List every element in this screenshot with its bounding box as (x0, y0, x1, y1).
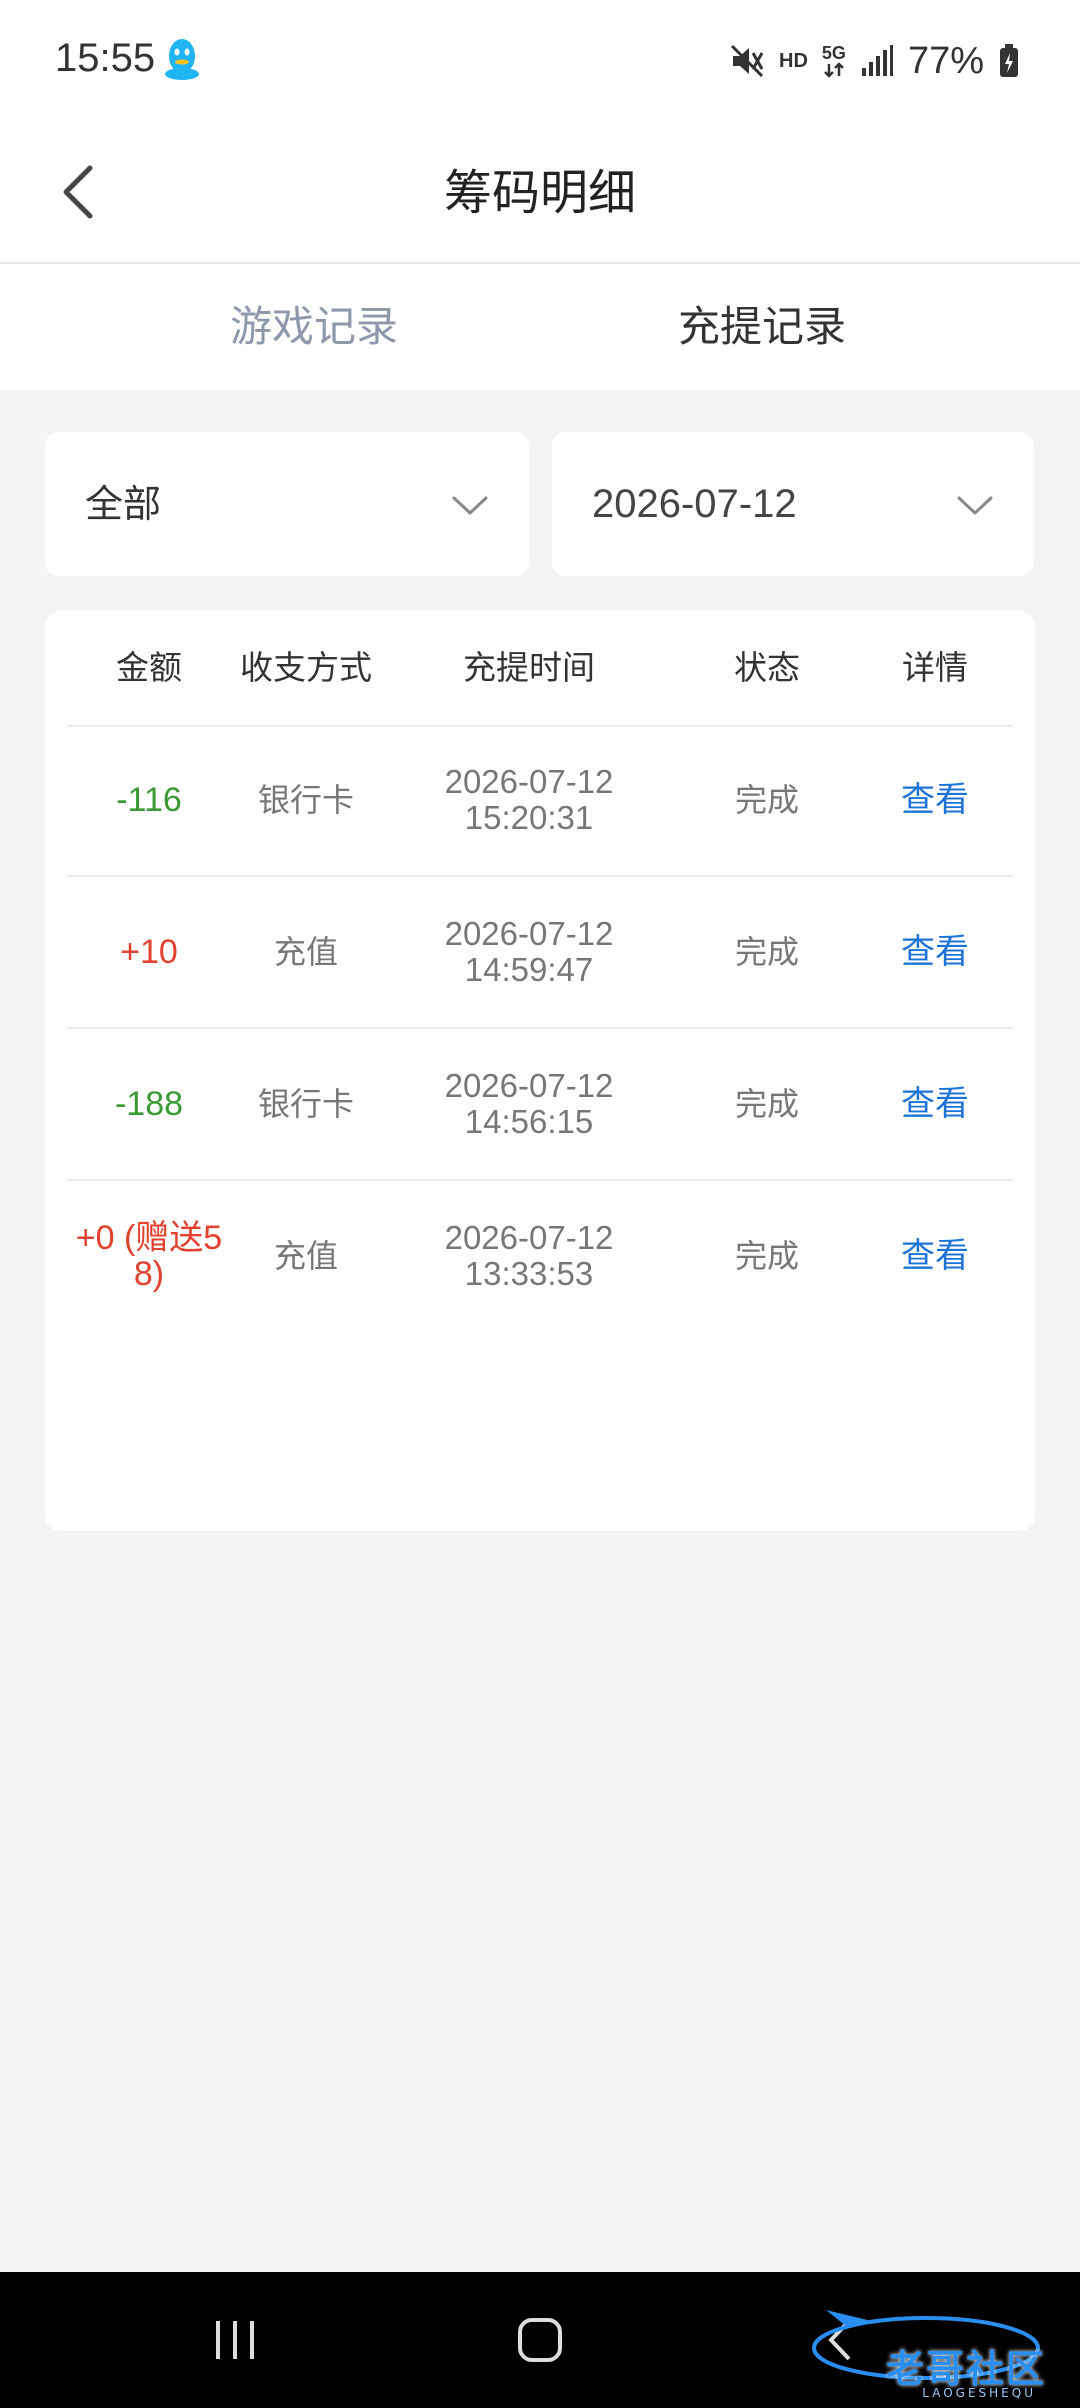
method-cell: 充值 (273, 933, 338, 971)
battery-percent: 77% (907, 39, 984, 82)
table-row: +10 充值 2026-07-12 14:59:47 完成 查看 (67, 877, 1013, 1029)
home-button[interactable] (494, 2272, 586, 2408)
status-cell: 完成 (734, 1237, 799, 1275)
table-header: 金额 收支方式 充提时间 状态 详情 (67, 611, 1013, 727)
method-cell: 银行卡 (257, 781, 354, 819)
back-arrow-icon (63, 165, 93, 219)
column-header-time: 充提时间 (463, 648, 595, 687)
time-date: 2026-07-12 (444, 763, 614, 800)
table-row: -188 银行卡 2026-07-12 14:56:15 完成 查看 (67, 1029, 1013, 1181)
watermark-logo: 老哥社区 LAOGESHEQU (806, 2302, 1066, 2400)
time-cell: 2026-07-12 13:33:53 (381, 1181, 677, 1331)
network-icon: 5G (822, 44, 846, 78)
qq-notification-icon (162, 36, 202, 82)
records-table: 金额 收支方式 充提时间 状态 详情 -116 银行卡 2026-07-12 15… (45, 611, 1035, 1531)
app-header: 筹码明细 (0, 124, 1080, 264)
time-cell: 2026-07-12 14:56:15 (381, 1029, 677, 1179)
battery-charging-icon (998, 43, 1020, 79)
page-title: 筹码明细 (443, 165, 636, 221)
view-detail-link[interactable]: 查看 (857, 1181, 1013, 1331)
system-nav-bar: 老哥社区 LAOGESHEQU (0, 2272, 1080, 2408)
tab-deposit-withdraw-records[interactable]: 充提记录 (678, 264, 846, 390)
amount-cell: -188 (114, 1085, 184, 1123)
type-filter-value: 全部 (85, 482, 162, 526)
watermark-text: 老哥社区 (885, 2347, 1046, 2391)
date-filter-value: 2026-07-12 (592, 482, 797, 526)
back-button[interactable] (46, 150, 110, 234)
method-cell: 充值 (273, 1237, 338, 1275)
time-clock: 14:59:47 (464, 951, 594, 988)
amount-line: 8) (133, 1255, 165, 1293)
time-date: 2026-07-12 (444, 1219, 614, 1256)
status-cell: 完成 (734, 933, 799, 971)
signal-icon (860, 44, 894, 78)
hd-icon: HD (779, 49, 808, 72)
amount-cell: +10 (120, 933, 178, 971)
status-cell: 完成 (734, 1085, 799, 1123)
amount-cell: +0 (赠送5 8) (67, 1181, 231, 1331)
amount-cell: -116 (116, 781, 182, 819)
method-cell: 银行卡 (257, 1085, 354, 1123)
amount-line: +0 (赠送5 (75, 1219, 223, 1257)
view-detail-link[interactable]: 查看 (857, 877, 1013, 1027)
column-header-amount: 金额 (116, 648, 182, 687)
tab-game-records[interactable]: 游戏记录 (230, 264, 398, 390)
recent-apps-icon (216, 2321, 254, 2359)
time-date: 2026-07-12 (444, 1067, 614, 1104)
table-row: -116 银行卡 2026-07-12 15:20:31 完成 查看 (67, 725, 1013, 877)
view-detail-link[interactable]: 查看 (857, 725, 1013, 875)
mute-icon (729, 43, 765, 79)
status-time: 15:55 (55, 36, 156, 80)
type-filter-dropdown[interactable]: 全部 (45, 432, 529, 576)
table-row: +0 (赠送5 8) 充值 2026-07-12 13:33:53 完成 查看 (67, 1181, 1013, 1331)
status-cell: 完成 (734, 781, 799, 819)
time-clock: 14:56:15 (464, 1103, 594, 1140)
column-header-status: 状态 (734, 648, 800, 687)
time-clock: 15:20:31 (464, 799, 594, 836)
view-detail-link[interactable]: 查看 (857, 1029, 1013, 1179)
time-clock: 13:33:53 (464, 1255, 594, 1292)
column-header-method: 收支方式 (240, 648, 372, 687)
watermark-subtext: LAOGESHEQU (922, 2386, 1036, 2400)
status-bar: 15:55 HD 5G 77% (0, 0, 1080, 124)
date-filter-dropdown[interactable]: 2026-07-12 (552, 432, 1034, 576)
chevron-down-icon (957, 496, 993, 515)
record-tabs: 游戏记录 充提记录 (0, 264, 1080, 390)
time-cell: 2026-07-12 15:20:31 (381, 725, 677, 875)
recent-apps-button[interactable] (190, 2272, 280, 2408)
time-date: 2026-07-12 (444, 915, 614, 952)
chevron-down-icon (452, 496, 488, 515)
column-header-detail: 详情 (902, 648, 968, 687)
home-icon (518, 2318, 562, 2362)
time-cell: 2026-07-12 14:59:47 (381, 877, 677, 1027)
